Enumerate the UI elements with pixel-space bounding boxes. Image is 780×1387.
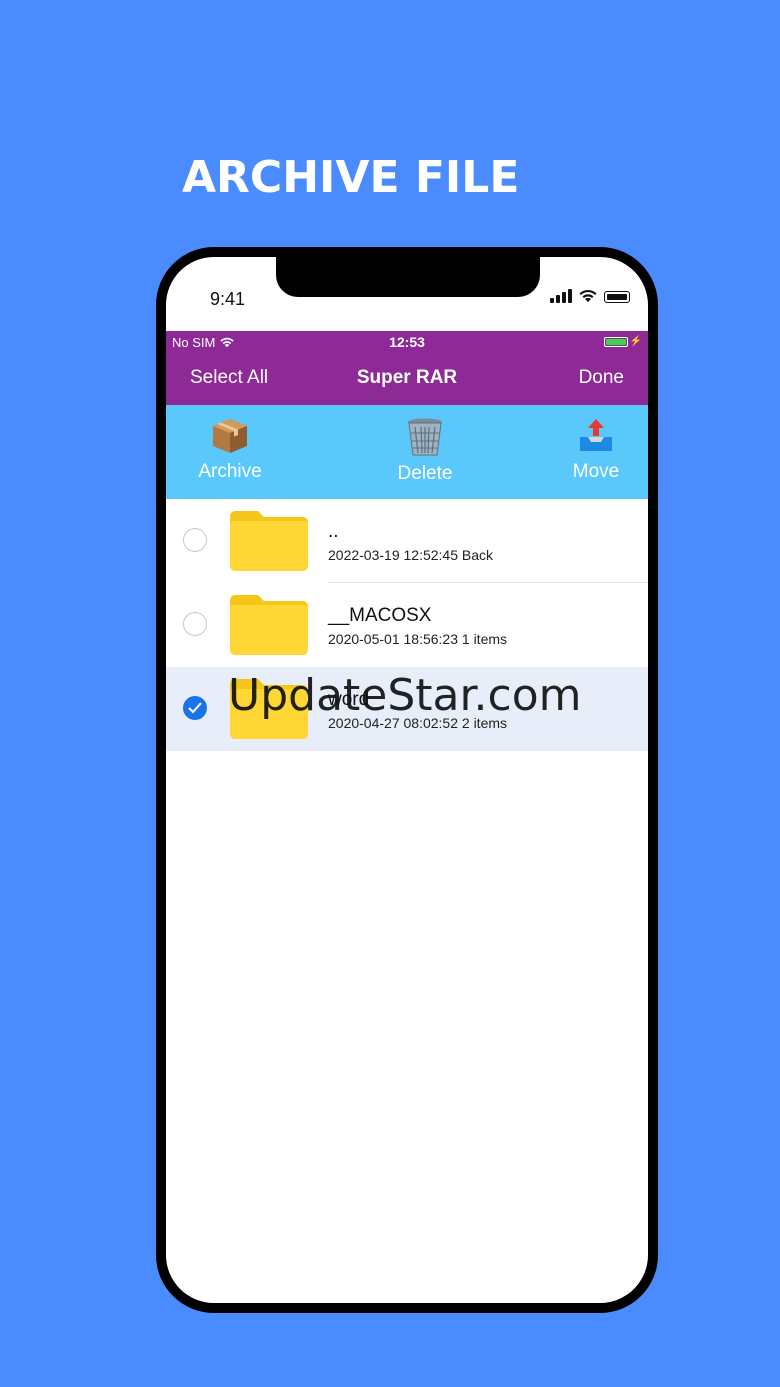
phone-frame: 9:41 No SIM 12:53 ⚡ Select All Super RAR… bbox=[156, 247, 658, 1313]
trash-icon bbox=[408, 418, 442, 456]
package-icon bbox=[213, 419, 247, 453]
action-toolbar: Archive Delete Move bbox=[166, 405, 648, 499]
battery-icon bbox=[604, 291, 630, 303]
app-battery: ⚡ bbox=[603, 336, 642, 347]
app-clock: 12:53 bbox=[389, 334, 425, 350]
done-button[interactable]: Done bbox=[579, 367, 624, 389]
move-label: Move bbox=[572, 461, 620, 482]
phone-screen: 9:41 No SIM 12:53 ⚡ Select All Super RAR… bbox=[166, 257, 648, 1303]
file-row[interactable]: __MACOSX 2020-05-01 18:56:23 1 items bbox=[166, 583, 648, 667]
wifi-icon bbox=[579, 289, 597, 302]
device-time: 9:41 bbox=[210, 289, 246, 309]
archive-button[interactable]: Archive bbox=[192, 417, 268, 483]
app-status-bar: No SIM 12:53 ⚡ bbox=[166, 331, 648, 353]
checkmark-icon bbox=[188, 702, 202, 714]
notch bbox=[276, 257, 540, 297]
signal-icon bbox=[550, 289, 572, 303]
file-meta: 2022-03-19 12:52:45 Back bbox=[328, 547, 494, 563]
select-radio[interactable] bbox=[183, 528, 207, 552]
file-name: .. bbox=[328, 521, 339, 542]
battery-icon bbox=[603, 336, 628, 347]
select-radio[interactable] bbox=[183, 696, 207, 720]
folder-icon bbox=[230, 511, 308, 571]
archive-label: Archive bbox=[198, 461, 262, 482]
file-name: __MACOSX bbox=[328, 605, 432, 626]
inbox-upload-icon bbox=[580, 419, 612, 451]
move-button[interactable]: Move bbox=[558, 417, 634, 483]
watermark: UpdateStar.com bbox=[228, 670, 582, 721]
charging-bolt-icon: ⚡ bbox=[629, 336, 642, 347]
folder-icon bbox=[230, 595, 308, 655]
nav-title: Super RAR bbox=[356, 367, 458, 388]
headline: ARCHIVE FILE bbox=[182, 152, 520, 203]
file-meta: 2020-05-01 18:56:23 1 items bbox=[328, 631, 508, 647]
file-row[interactable]: .. 2022-03-19 12:52:45 Back bbox=[166, 499, 648, 583]
device-status-icons bbox=[550, 289, 630, 303]
delete-button[interactable]: Delete bbox=[387, 417, 463, 485]
select-radio[interactable] bbox=[183, 612, 207, 636]
nav-bar: Select All Super RAR Done bbox=[166, 353, 648, 405]
delete-label: Delete bbox=[397, 463, 453, 484]
